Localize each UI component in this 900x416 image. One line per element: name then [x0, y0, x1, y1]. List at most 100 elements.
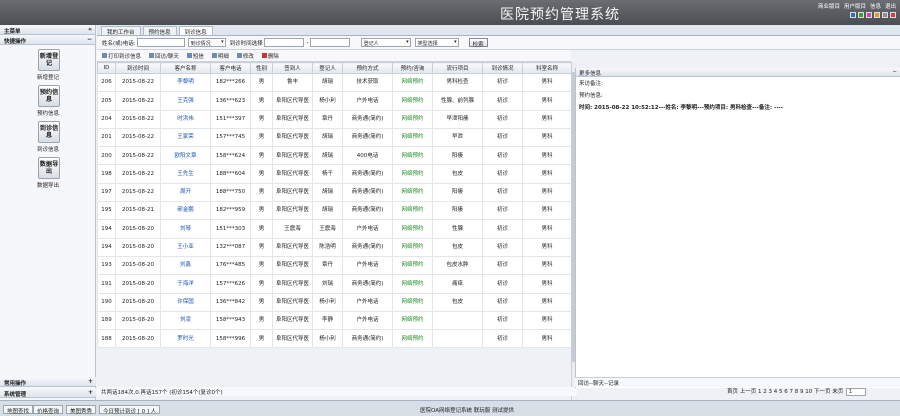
common-ops-header[interactable]: 常用操作 +	[0, 377, 96, 387]
table-cell: 男	[250, 91, 273, 111]
collapse-icon[interactable]: «	[88, 26, 92, 33]
link-info[interactable]: 信息	[870, 2, 881, 10]
today-expected-button[interactable]: 今日预计到诊 [ 0 ] 人	[99, 405, 161, 415]
table-cell: 刘鑫	[160, 255, 211, 276]
column-header[interactable]: 预约/咨询	[392, 62, 433, 74]
table-cell: 男科	[522, 292, 572, 312]
column-header[interactable]: ID	[97, 62, 116, 74]
column-header[interactable]: 签到人	[272, 62, 313, 74]
table-cell: 136***623	[210, 91, 251, 111]
quick-ops-header[interactable]: 快捷操作 −	[0, 35, 95, 45]
table-cell: 201	[97, 127, 116, 148]
page-input[interactable]: 1	[845, 388, 866, 396]
detail-panel-footer[interactable]: 回访--聊天--记录	[575, 377, 900, 387]
table-row[interactable]: 191 2015-08-20 于海洋 157***626 男阜阳区代导医 刘瑞 商务通(简约…	[97, 274, 572, 294]
table-cell: 2015-08-22	[115, 127, 161, 148]
table-row[interactable]: 188 2015-08-20 罗时光 158***996 男阜阳区代导医 杨小利 商务通(简…	[97, 329, 572, 349]
table-row[interactable]: 201 2015-08-22 王家荣 157***745 男阜阳区代导医 胡瑞 商务通(简约…	[97, 127, 572, 148]
theme-pink[interactable]	[866, 12, 872, 18]
delete-button[interactable]: 删除	[261, 52, 279, 60]
quick-visit-button[interactable]: 到诊信息	[38, 121, 60, 143]
table-cell: 网络预约	[392, 127, 433, 148]
table-row[interactable]: 205 2015-08-22 王克强 136***623 男阜阳区代导医 杨小利 户外电话网…	[97, 91, 572, 111]
sms-button[interactable]: 短信	[186, 52, 204, 60]
table-cell: 初诊	[482, 72, 523, 93]
table-cell: 初诊	[482, 201, 523, 221]
table-row[interactable]: 189 2015-08-20 刘凌 158***943 男阜阳区代导医 李静 户外电话 网络预…	[97, 310, 572, 331]
minus-icon[interactable]: −	[892, 69, 897, 75]
table-cell: 男科	[522, 127, 572, 148]
quick-appointment-button[interactable]: 预约信息	[38, 85, 60, 107]
table-row[interactable]: 195 2015-08-21 郝金鹏 182***959 男阜阳区代导医 胡瑞 商务通(简约…	[97, 201, 572, 221]
pagination[interactable]: 首页 上一页 1 2 3 4 5 6 7 8 9 10 下一页 末页 1	[727, 387, 869, 396]
column-header[interactable]: 客户电话	[210, 62, 251, 74]
date-from-input[interactable]	[263, 38, 304, 47]
table-row[interactable]: 193 2015-08-20 刘鑫 176***485 男阜阳区代导医 章丹 户外电话 网络预…	[97, 255, 572, 276]
print-button[interactable]: 打印到诊信息	[102, 52, 141, 60]
table-row[interactable]: 194 2015-08-20 刘琴 151***303 男王震海 王震海 户外电话 网络预约性…	[97, 219, 572, 239]
table-cell: 阳痿	[432, 182, 483, 203]
minus-icon[interactable]: −	[87, 36, 92, 43]
system-admin-header[interactable]: 系统管理 +	[0, 388, 96, 398]
search-button[interactable]: 检索	[468, 38, 488, 48]
link-business[interactable]: 商业版目	[818, 2, 840, 10]
registrar-select[interactable]: 登记人	[360, 38, 411, 47]
table-cell: 132***087	[210, 237, 251, 257]
table-row[interactable]: 204 2015-08-22 时洪伟 151***397 男阜阳区代导医 章丹 商务通(简约…	[97, 109, 572, 129]
quick-add-label: 新增登记	[37, 75, 60, 81]
plus-icon[interactable]: +	[88, 389, 93, 396]
table-row[interactable]: 197 2015-08-22 周开 188***750 男阜阳区代导医 胡瑞 商务通(简约)…	[97, 182, 572, 203]
column-header[interactable]: 性别	[250, 62, 273, 74]
table-cell: 193	[97, 255, 116, 276]
type-select[interactable]: 类型选择	[414, 38, 459, 47]
quick-export-button[interactable]: 数据导出	[38, 157, 60, 179]
theme-gray[interactable]	[882, 12, 888, 18]
plus-icon[interactable]: +	[88, 378, 93, 385]
table-cell: 2015-08-20	[115, 255, 161, 276]
table-row[interactable]: 198 2015-08-22 王先生 188***604 男阜阳区代导医 杨千 商务通(简约…	[97, 164, 572, 184]
table-cell: 陈浩明	[312, 237, 343, 257]
tab-workbench[interactable]: 我的工作台	[101, 26, 141, 36]
table-cell: 时洪伟	[160, 109, 211, 129]
column-header[interactable]: 科室名称	[522, 62, 572, 74]
name-phone-input[interactable]	[136, 38, 185, 47]
table-cell: 初诊	[482, 255, 523, 276]
column-header[interactable]: 预约方式	[342, 62, 393, 74]
detail-icon	[211, 52, 217, 58]
table-row[interactable]: 200 2015-08-22 欧阳文章 158***624 男阜阳区代导医 胡瑞 400电话…	[97, 146, 572, 166]
table-cell	[432, 310, 483, 331]
tab-visits[interactable]: 到诊信息	[178, 26, 213, 36]
quick-add-button[interactable]: 新增登记	[38, 49, 60, 71]
price-query-button[interactable]: 价格查询	[33, 405, 64, 415]
table-cell: 包皮	[432, 164, 483, 184]
theme-green[interactable]	[858, 12, 864, 18]
chat-button[interactable]: 回访/聊天	[149, 52, 179, 60]
date-to-input[interactable]	[309, 38, 350, 47]
table-row[interactable]: 194 2015-08-20 王小亚 132***087 男阜阳区代导医 陈浩明 商务通(简…	[97, 237, 572, 257]
theme-blue[interactable]	[850, 12, 856, 18]
detail-button[interactable]: 明细	[211, 52, 229, 60]
column-header[interactable]: 登记人	[312, 62, 343, 74]
column-header[interactable]: 到诊时间	[115, 62, 161, 74]
table-row[interactable]: 190 2015-08-20 许保国 136***842 男阜阳区代导医 杨小利 户外电话网…	[97, 292, 572, 312]
table-row[interactable]: 206 2015-08-22 李黎明 182***266 男鲁丰 胡瑞 技术获取 网络预约 男科…	[97, 72, 572, 93]
column-header[interactable]: 到诊情况	[482, 62, 523, 74]
link-logout[interactable]: 退出	[885, 2, 896, 10]
visit-status-select[interactable]: 到诊情况	[187, 38, 226, 47]
link-user[interactable]: 用户版目	[844, 2, 866, 10]
theme-red[interactable]	[890, 12, 896, 18]
theme-orange[interactable]	[874, 12, 880, 18]
column-header[interactable]: 客户名称	[160, 62, 211, 74]
table-cell: 初诊	[482, 310, 523, 331]
map-search-button[interactable]: 地图查找	[3, 405, 34, 415]
column-header[interactable]: 流行项目	[432, 62, 483, 74]
table-cell: 151***303	[210, 219, 251, 239]
table-cell: 包皮	[432, 237, 483, 257]
edit-button[interactable]: 修改	[236, 52, 254, 60]
table-cell: 男	[250, 237, 273, 257]
theme-swatches[interactable]	[850, 12, 896, 18]
table-cell: 197	[97, 182, 116, 203]
photo-tool-button[interactable]: 美图秀秀	[66, 405, 97, 415]
tab-appointments[interactable]: 预约信息	[142, 26, 177, 36]
table-cell: 户外电话	[342, 219, 393, 239]
